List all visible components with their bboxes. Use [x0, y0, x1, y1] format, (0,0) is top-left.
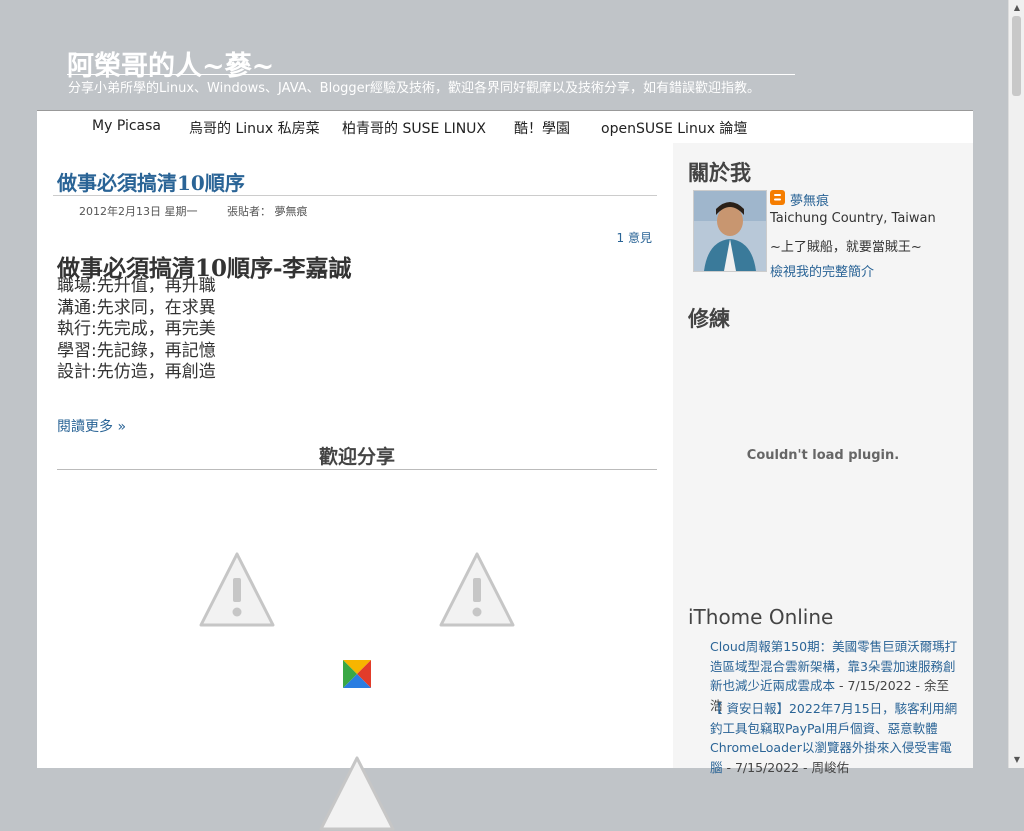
warning-icon[interactable]	[439, 551, 515, 627]
avatar[interactable]	[693, 190, 767, 272]
avatar-photo	[694, 191, 766, 271]
post-line: 職場:先升值，再升職	[57, 276, 216, 296]
post-title[interactable]: 做事必須搞清10順序	[57, 167, 245, 196]
warning-icon[interactable]	[199, 551, 275, 627]
post-line: 執行:先完成，再完美	[57, 319, 216, 339]
feed-meta: - 7/15/2022 - 周峻佑	[722, 759, 850, 775]
nav-link-picasa[interactable]: My Picasa	[92, 118, 161, 134]
scroll-down-icon[interactable]: ▼	[1009, 752, 1024, 768]
nav-link-linux-kitchen[interactable]: 烏哥的 Linux 私房菜	[189, 118, 320, 138]
full-profile-link[interactable]: 檢視我的完整簡介	[770, 261, 874, 280]
practice-title: 修練	[688, 307, 730, 331]
share-divider	[57, 469, 657, 470]
author-label: 張貼者：	[227, 205, 271, 218]
post-line: 溝通:先求同，在求異	[57, 297, 216, 318]
share-title: 歡迎分享	[318, 446, 395, 468]
ithome-title: iThome Online	[688, 605, 834, 629]
profile-motto: ~上了賊船，就要當賊王~	[770, 240, 922, 255]
nav-bar: My Picasa 烏哥的 Linux 私房菜 柏青哥的 SUSE LINUX …	[37, 110, 973, 144]
post-divider	[53, 195, 657, 196]
blog-description: 分享小弟所學的Linux、Windows、JAVA、Blogger經驗及技術，歡…	[68, 81, 761, 96]
main-content: 做事必須搞清10順序 2012年2月13日 星期一 張貼者： 夢無痕 1 意見 …	[37, 143, 673, 831]
warning-icon[interactable]	[319, 755, 395, 831]
post-line: 設計:先仿造，再創造	[57, 362, 216, 382]
author-name[interactable]: 夢無痕	[275, 205, 308, 218]
nav-link-kuxue[interactable]: 酷！學園	[514, 118, 570, 138]
nav-link-suse-linux[interactable]: 柏青哥的 SUSE LINUX	[342, 118, 486, 138]
post-date: 2012年2月13日 星期一	[79, 205, 198, 218]
about-title: 關於我	[688, 161, 751, 185]
post-body: 職場:先升值，再升職 溝通:先求同，在求異 執行:先完成，再完美 學習:先記錄，…	[57, 276, 216, 384]
post-line: 學習:先記錄，再記憶	[57, 340, 216, 361]
scroll-thumb[interactable]	[1012, 16, 1021, 96]
blog-header: 阿榮哥的人~蔘~ 分享小弟所學的Linux、Windows、JAVA、Blogg…	[0, 0, 1008, 110]
plugin-error: Couldn't load plugin.	[746, 448, 900, 463]
scroll-up-icon[interactable]: ▲	[1009, 0, 1024, 16]
profile-name[interactable]: 夢無痕	[790, 190, 829, 209]
profile-location: Taichung Country, Taiwan	[770, 211, 936, 226]
post-author: 張貼者： 夢無痕	[227, 203, 308, 219]
scrollbar[interactable]: ▲ ▼	[1008, 0, 1024, 768]
comments-link[interactable]: 1 意見	[617, 229, 652, 246]
nav-link-opensuse-forum[interactable]: openSUSE Linux 論壇	[601, 118, 747, 138]
feed-item: 【 資安日報】2022年7月15日，駭客利用網釣工具包竊取PayPal用戶個資、…	[710, 699, 960, 777]
blogger-icon	[770, 190, 785, 205]
read-more-link[interactable]: 閱讀更多 »	[57, 416, 126, 436]
picasa-icon[interactable]	[343, 660, 371, 688]
title-divider	[67, 74, 795, 75]
sidebar: 關於我 夢無痕 Taichung Country, Taiwan ~上了賊船，就…	[673, 143, 973, 775]
